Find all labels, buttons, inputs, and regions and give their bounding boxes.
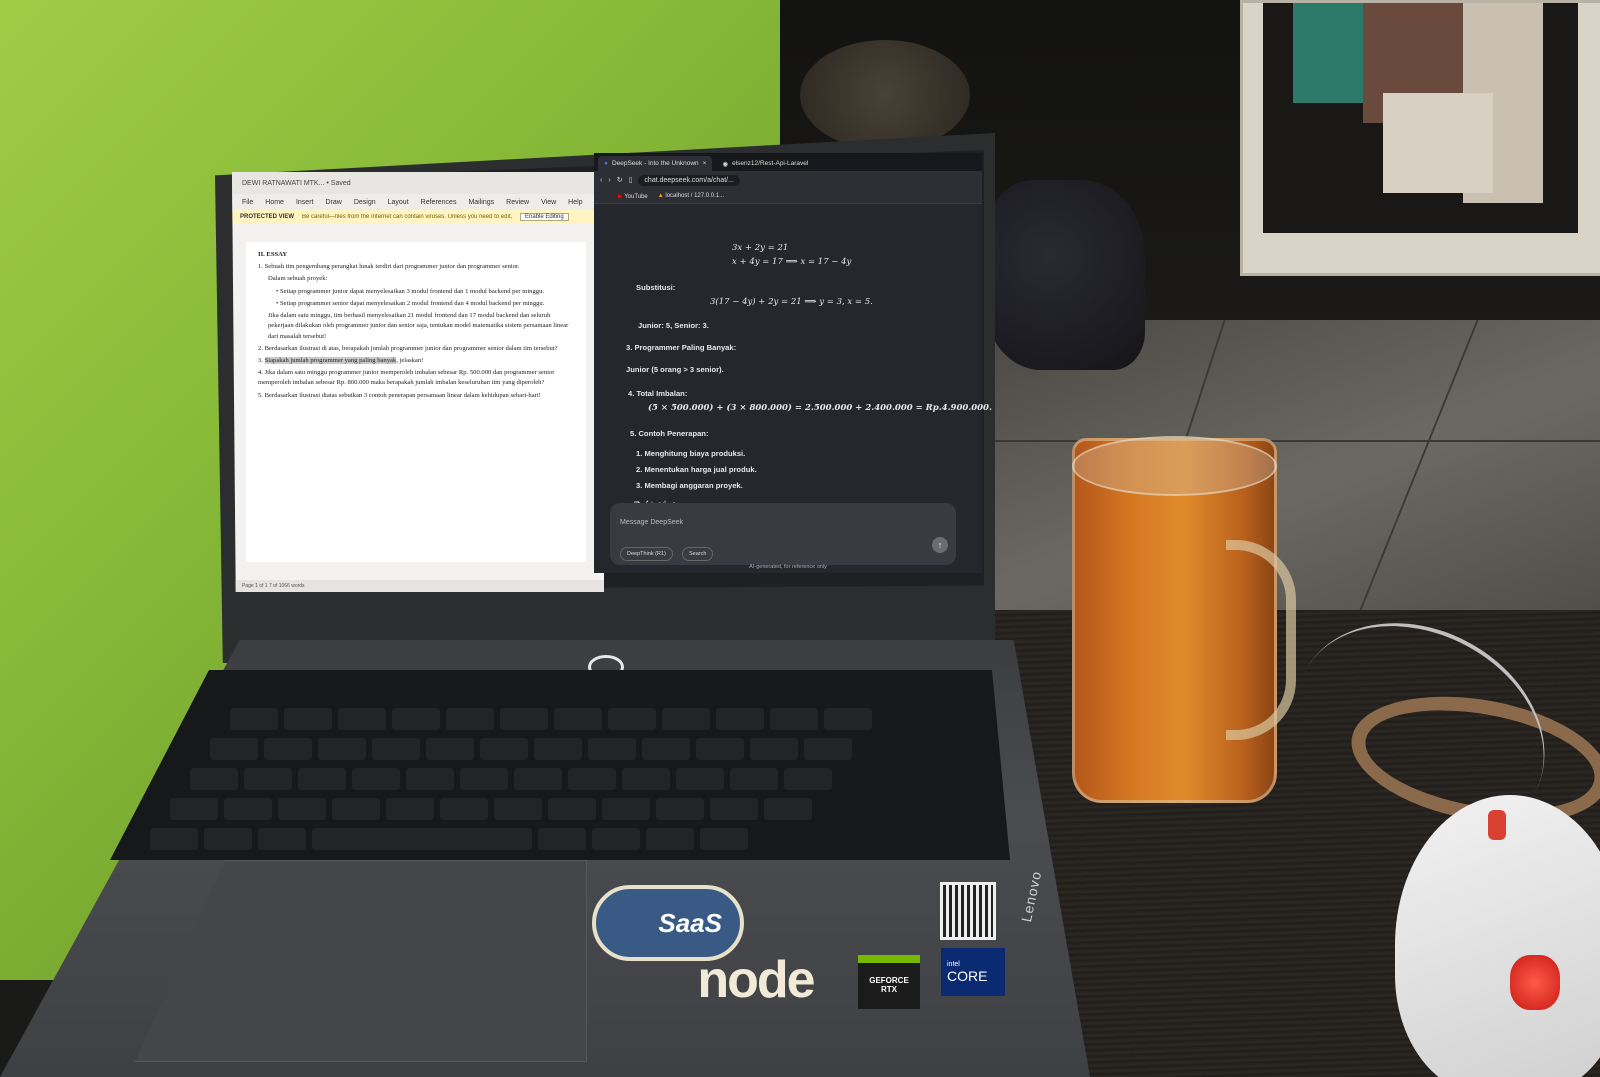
bullet-junior-text: Setiap programmer junior dapat menyelesa…	[279, 287, 545, 295]
search-button[interactable]: Search	[682, 547, 714, 561]
plush-toy	[800, 40, 970, 150]
bookmarks-bar: ▶ YouTube ▲ localhost / 127.0.0.1...	[594, 189, 982, 204]
glass-rim	[1072, 436, 1277, 496]
deepthink-button[interactable]: DeepThink (R1)	[620, 547, 673, 561]
keyboard	[110, 670, 1010, 860]
tab-references[interactable]: References	[421, 199, 457, 206]
key-row-numbers	[230, 708, 872, 732]
example-3: 3. Membagi anggaran proyek.	[636, 481, 743, 490]
word-ribbon-tabs: File Home Insert Draw Design Layout Refe…	[232, 194, 604, 210]
core-text: CORE	[947, 967, 988, 984]
question-1-body: Jika dalam satu minggu, tim berhasil men…	[268, 312, 569, 340]
tab-layout[interactable]: Layout	[388, 199, 409, 206]
intel-sticker: intel CORE	[941, 948, 1005, 996]
tab-view[interactable]: View	[541, 199, 556, 206]
bullet-junior: • Setiap programmer junior dapat menyele…	[276, 287, 545, 295]
question-3-rest: , jelaskan!	[396, 356, 424, 364]
tab-deepseek-label: DeepSeek - Into the Unknown	[611, 160, 699, 167]
wardrobe	[1240, 0, 1600, 276]
nodejs-sticker: node	[697, 951, 815, 1009]
substitution-label: Substitusi:	[636, 283, 676, 292]
substitution-equation: 3(17 − 4y) + 2y = 21 ⟹ y = 3, x = 5.	[710, 297, 873, 307]
question-2: 2. Berdasarkan ilustrasi di atas, berapa…	[258, 344, 558, 352]
url-field[interactable]: chat.deepseek.com/a/chat/...	[638, 174, 740, 186]
mouse-logo-light	[1510, 955, 1560, 1010]
tab-mailings[interactable]: Mailings	[468, 199, 494, 206]
tab-deepseek[interactable]: ● DeepSeek - Into the Unknown ×	[598, 156, 713, 171]
key-row-zxcv	[170, 798, 812, 822]
tab-draw[interactable]: Draw	[325, 199, 341, 206]
youtube-icon: ▶	[618, 193, 623, 200]
total-reward-equation: (5 × 500.000) + (3 × 800.000) = 2.500.00…	[648, 403, 992, 413]
saas-text: SaaS	[658, 907, 722, 938]
message-input[interactable]: Message DeepSeek	[620, 519, 683, 526]
dark-bag	[985, 180, 1145, 370]
bookmark-youtube-label: YouTube	[624, 193, 648, 200]
key-row-bottom	[150, 828, 748, 852]
tab-file[interactable]: File	[242, 199, 253, 206]
protected-view-bar: PROTECTED VIEW Be careful—files from the…	[232, 210, 604, 224]
browser-tabs: ● DeepSeek - Into the Unknown × ◉ elsenz12/…	[594, 153, 982, 171]
bookmark-localhost-label: localhost / 127.0.0.1...	[665, 193, 725, 199]
bookmark-youtube[interactable]: ▶ YouTube	[618, 193, 648, 200]
equation-2: x + 4y = 17 ⟹ x = 17 − 4y	[732, 257, 852, 267]
tab-help[interactable]: Help	[568, 199, 582, 206]
chat-response: 3x + 2y = 21 x + 4y = 17 ⟹ x = 17 − 4y S…	[594, 205, 992, 509]
deepseek-icon: ●	[604, 160, 608, 167]
word-window: DEWI RATNAWATI MTK... • Saved File Home …	[232, 172, 604, 592]
intel-text: intel	[947, 960, 960, 968]
photo-scene: DEWI RATNAWATI MTK... • Saved File Home …	[0, 0, 1600, 1077]
example-2: 2. Menentukan harga jual produk.	[636, 465, 757, 474]
bookmark-localhost[interactable]: ▲ localhost / 127.0.0.1...	[658, 193, 724, 199]
key-row-asdf	[190, 768, 832, 792]
word-titlebar: DEWI RATNAWATI MTK... • Saved	[232, 172, 604, 194]
example-1: 1. Menghitung biaya produksi.	[636, 449, 746, 458]
question-3: 3. Siapakah jumlah programmer yang palin…	[258, 356, 424, 364]
message-input-box[interactable]: Message DeepSeek DeepThink (R1) Search ↑	[610, 503, 956, 565]
bookmark-icon[interactable]: ▯	[629, 176, 633, 184]
question-4: 4. Jika dalam satu minggu programmer jun…	[258, 369, 555, 387]
bullet-senior-text: Setiap programmer senior dapat menyelesa…	[279, 299, 545, 307]
heading-examples: 5. Contoh Penerapan:	[630, 429, 709, 438]
section-heading: II. ESSAY	[258, 251, 288, 258]
tab-review[interactable]: Review	[506, 199, 529, 206]
equation-1: 3x + 2y = 21	[732, 243, 789, 253]
send-icon[interactable]: ↑	[932, 537, 948, 553]
selected-text[interactable]: Siapakah jumlah programmer yang paling b…	[264, 356, 397, 364]
tab-github[interactable]: ◉ elsenz12/Rest-Api-Laravel	[716, 156, 814, 171]
mouse-scroll-wheel	[1488, 810, 1506, 840]
word-title: DEWI RATNAWATI MTK... • Saved	[242, 179, 351, 187]
browser-window: ● DeepSeek - Into the Unknown × ◉ elsenz12/…	[594, 153, 992, 573]
phpmyadmin-icon: ▲	[657, 193, 664, 199]
heading-total-reward: 4. Total Imbalan:	[628, 389, 688, 398]
tab-github-label: elsenz12/Rest-Api-Laravel	[732, 160, 809, 167]
ai-disclaimer: AI-generated, for reference only	[749, 564, 827, 570]
forward-icon[interactable]: ›	[608, 177, 610, 184]
back-icon[interactable]: ‹	[600, 177, 602, 184]
close-icon[interactable]: ×	[703, 160, 707, 167]
bullet-senior: • Setiap programmer senior dapat menyele…	[276, 299, 545, 307]
question-1-line2: Dalam sebuah proyek:	[268, 275, 328, 283]
document-page: II. ESSAY 1. Sebuah tim pengembang peran…	[246, 242, 586, 562]
reload-icon[interactable]: ↻	[617, 176, 623, 184]
tab-home[interactable]: Home	[265, 199, 284, 206]
rtx-text: RTX	[881, 985, 897, 994]
qr-sticker	[940, 882, 996, 940]
github-icon: ◉	[722, 160, 729, 168]
question-5: 5. Berdasarkan ilustrasi diatas sebutkan…	[258, 391, 541, 399]
protected-label: PROTECTED VIEW	[240, 214, 295, 220]
most-programmers-answer: Junior (5 orang > 3 senior).	[626, 365, 724, 374]
tab-insert[interactable]: Insert	[296, 199, 314, 206]
heading-most-programmers: 3. Programmer Paling Banyak:	[626, 343, 737, 352]
word-status-bar: Page 1 of 1 7 of 1066 words	[232, 580, 604, 592]
junior-senior-result: Junior: 5, Senior: 3.	[638, 321, 709, 330]
enable-editing-button[interactable]: Enable Editing	[520, 213, 569, 221]
word-count: Page 1 of 1 7 of 1066 words	[242, 583, 305, 589]
address-bar-row: ‹ › ↻ ▯ chat.deepseek.com/a/chat/...	[594, 171, 982, 189]
question-1-intro: 1. Sebuah tim pengembang perangkat lunak…	[258, 263, 520, 271]
protected-message: Be careful—files from the Internet can c…	[302, 214, 513, 220]
nvidia-sticker: GEFORCE RTX	[858, 955, 920, 1009]
tab-design[interactable]: Design	[354, 199, 376, 206]
key-row-qwerty	[210, 738, 852, 762]
